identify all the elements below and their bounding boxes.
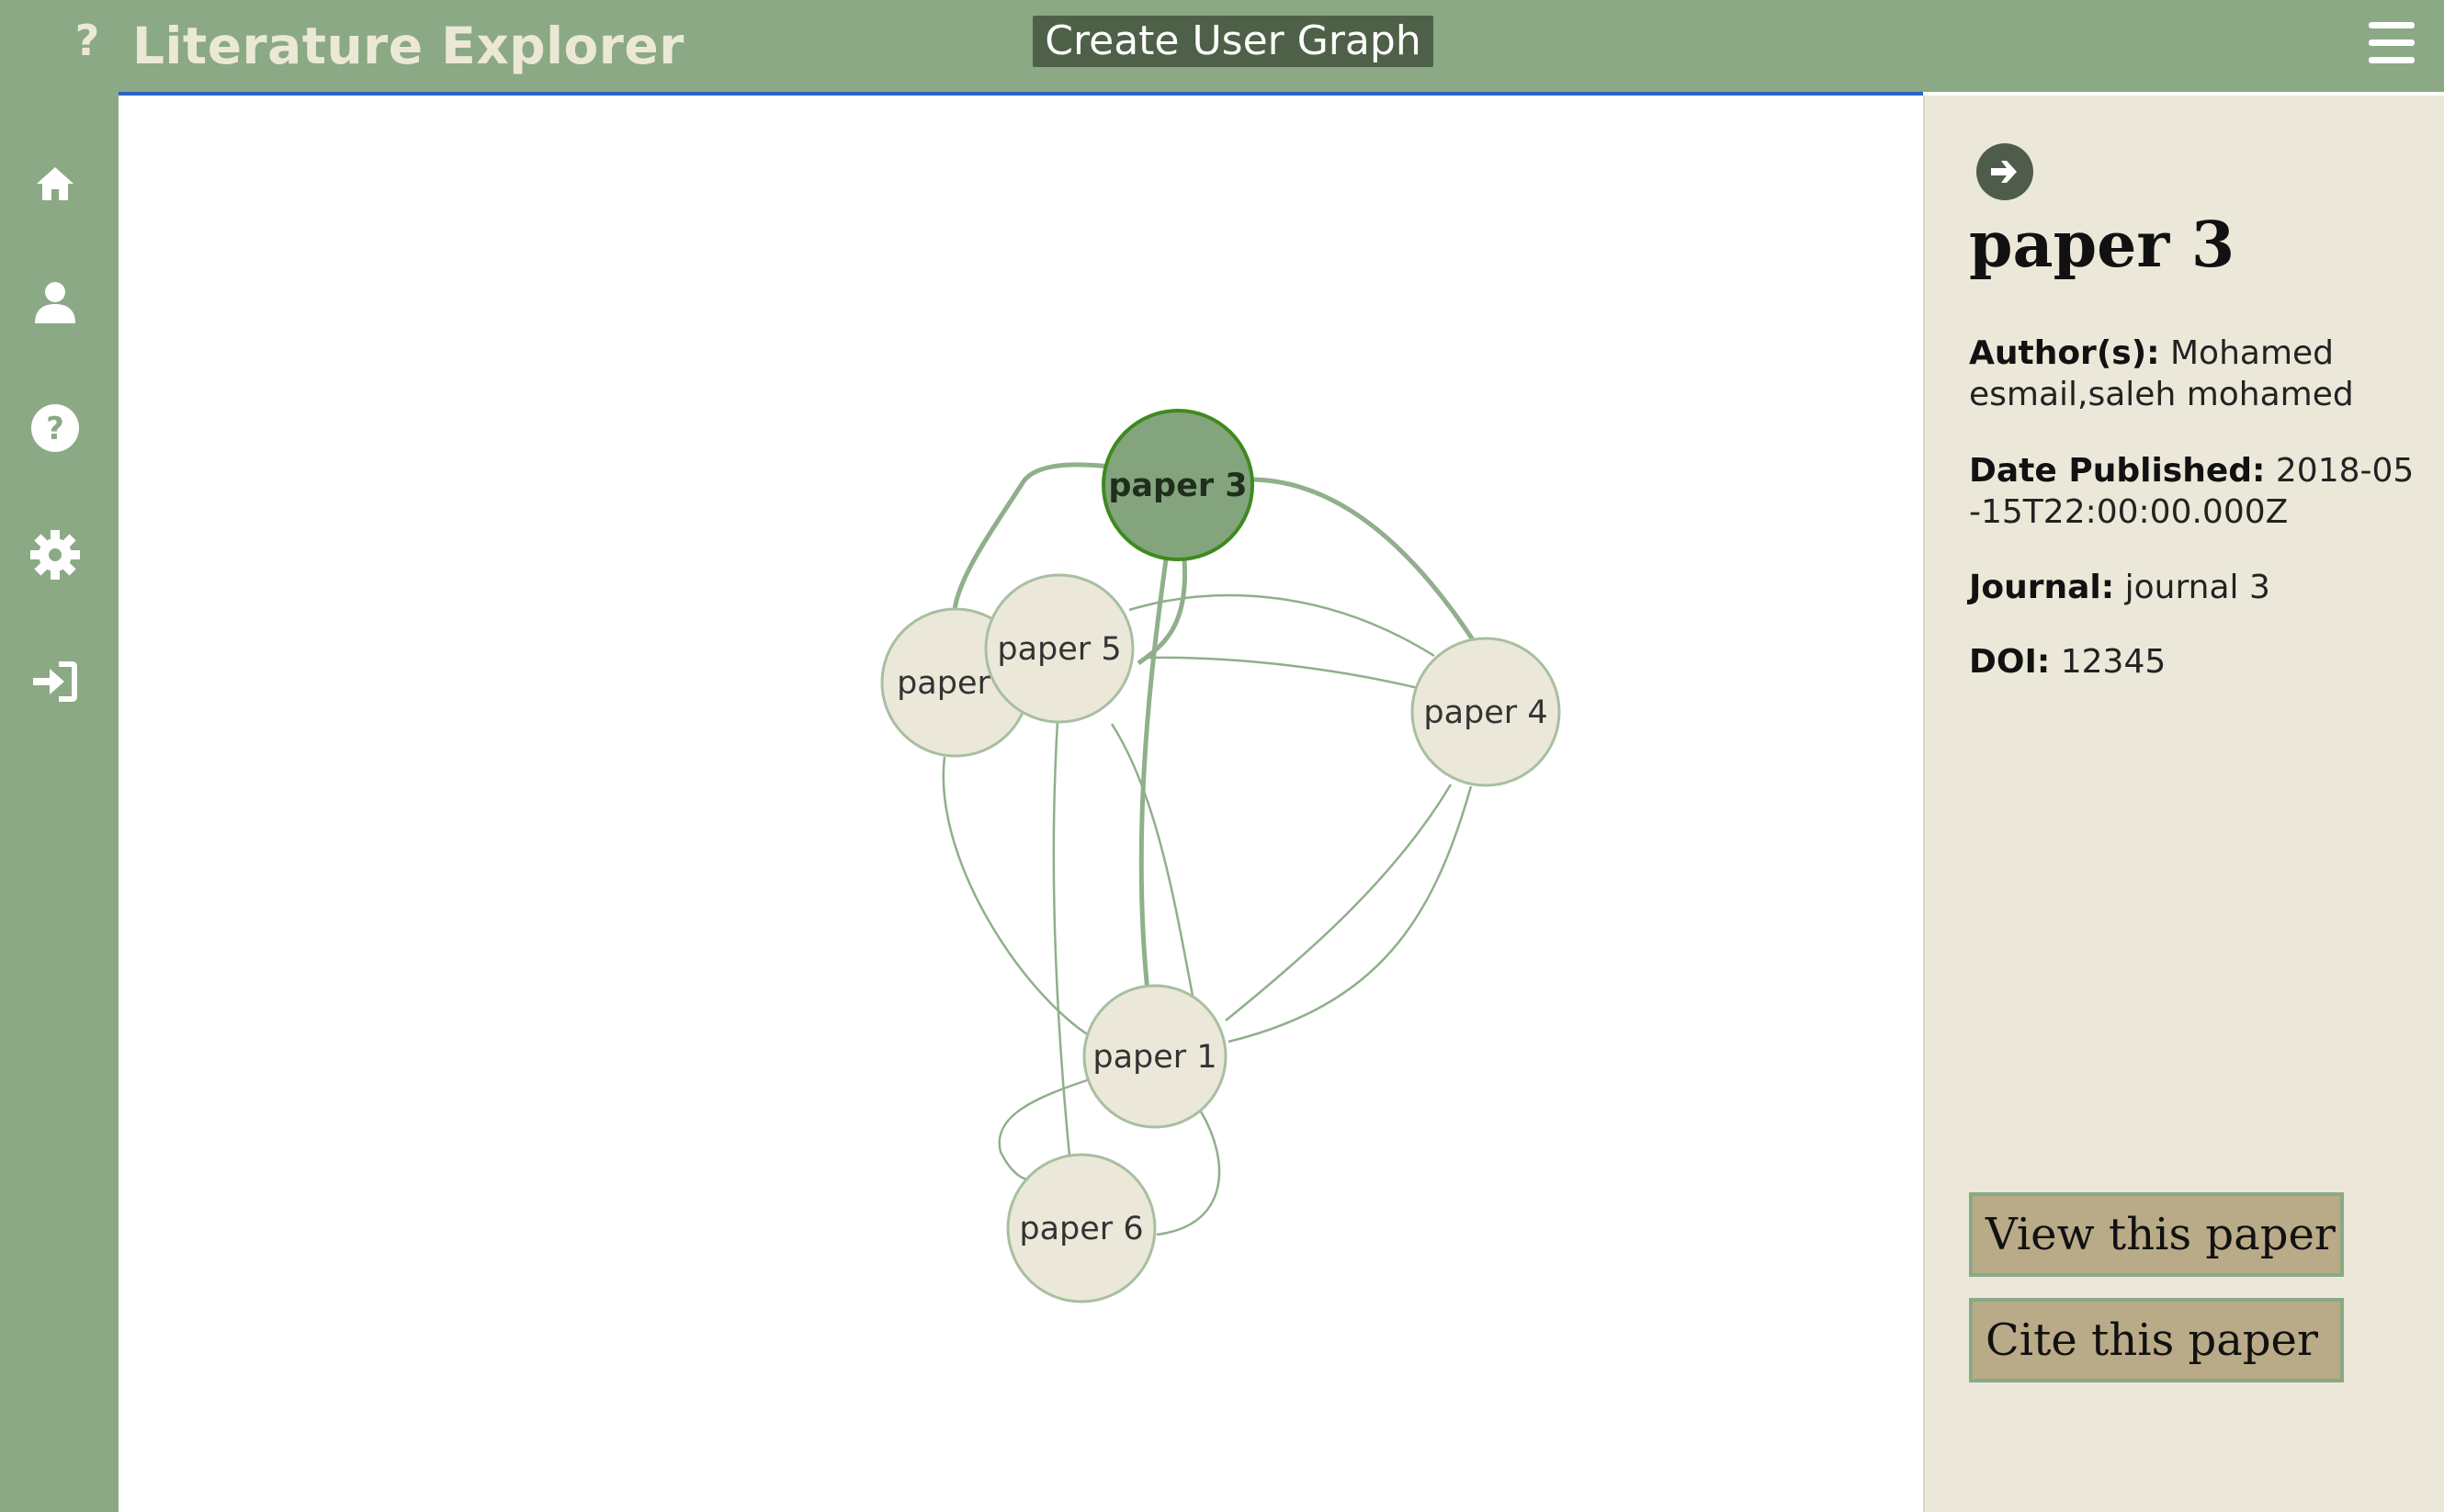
svg-text:?: ? bbox=[46, 411, 64, 447]
date-field: Date Published: 2018-05-15T22:00:00.000Z bbox=[1969, 450, 2419, 533]
paper-detail-panel: paper 3 Author(s): Mohamed esmail,saleh … bbox=[1923, 96, 2444, 1512]
node-label: paper bbox=[897, 665, 990, 702]
arrow-right-icon[interactable] bbox=[1976, 143, 2033, 200]
graph-edge bbox=[1228, 785, 1473, 1044]
graph-edge bbox=[1252, 477, 1477, 643]
node-label: paper 1 bbox=[1092, 1039, 1216, 1076]
create-user-graph-button[interactable]: Create User Graph bbox=[1033, 16, 1433, 67]
sidebar: ? bbox=[0, 92, 119, 1512]
graph-node-paper-4[interactable]: paper 4 bbox=[1410, 637, 1561, 787]
journal-field: Journal: journal 3 bbox=[1969, 567, 2419, 608]
graph-edge bbox=[1138, 559, 1169, 992]
graph-edge bbox=[1052, 720, 1072, 1167]
graph-node-paper-3[interactable]: paper 3 bbox=[1102, 409, 1254, 561]
doi-value: 12345 bbox=[2060, 643, 2167, 681]
doi-field: DOI: 12345 bbox=[1969, 641, 2419, 683]
help-question-icon[interactable]: ? bbox=[72, 13, 103, 68]
graph-edge bbox=[1145, 656, 1419, 690]
graph-edge bbox=[1156, 1111, 1221, 1236]
graph-node-paper-1[interactable]: paper 1 bbox=[1082, 984, 1228, 1129]
help-icon[interactable]: ? bbox=[28, 401, 83, 456]
graph-edge bbox=[1110, 723, 1194, 997]
citation-graph[interactable]: paper paper 5 paper 4 paper 1 paper 6 pa… bbox=[119, 96, 1923, 1512]
node-label: paper 5 bbox=[997, 631, 1121, 668]
menu-icon[interactable] bbox=[2369, 22, 2415, 64]
node-label: paper 4 bbox=[1423, 694, 1547, 731]
node-label: paper 6 bbox=[1019, 1211, 1143, 1247]
top-header: ? Literature Explorer Create User Graph bbox=[0, 0, 2444, 96]
home-icon[interactable] bbox=[28, 156, 83, 211]
login-icon[interactable] bbox=[28, 654, 83, 709]
graph-edge bbox=[1225, 784, 1453, 1021]
date-label: Date Published: bbox=[1969, 452, 2266, 490]
paper-title: paper 3 bbox=[1969, 209, 2235, 282]
doi-label: DOI: bbox=[1969, 643, 2051, 681]
settings-icon[interactable] bbox=[28, 527, 83, 582]
authors-label: Author(s): bbox=[1969, 334, 2160, 372]
view-paper-button[interactable]: View this paper bbox=[1969, 1192, 2344, 1277]
cite-paper-button[interactable]: Cite this paper bbox=[1969, 1298, 2344, 1382]
graph-canvas[interactable]: paper paper 5 paper 4 paper 1 paper 6 pa… bbox=[119, 96, 1923, 1512]
graph-node-paper-5[interactable]: paper 5 bbox=[984, 573, 1135, 724]
app-title: Literature Explorer bbox=[132, 17, 685, 75]
authors-field: Author(s): Mohamed esmail,saleh mohamed bbox=[1969, 333, 2419, 415]
graph-edge bbox=[942, 756, 1106, 1046]
node-label: paper 3 bbox=[1108, 468, 1247, 504]
journal-label: Journal: bbox=[1969, 569, 2115, 606]
user-icon[interactable] bbox=[28, 274, 83, 329]
graph-node-paper-6[interactable]: paper 6 bbox=[1006, 1153, 1157, 1303]
journal-value: journal 3 bbox=[2124, 569, 2270, 606]
